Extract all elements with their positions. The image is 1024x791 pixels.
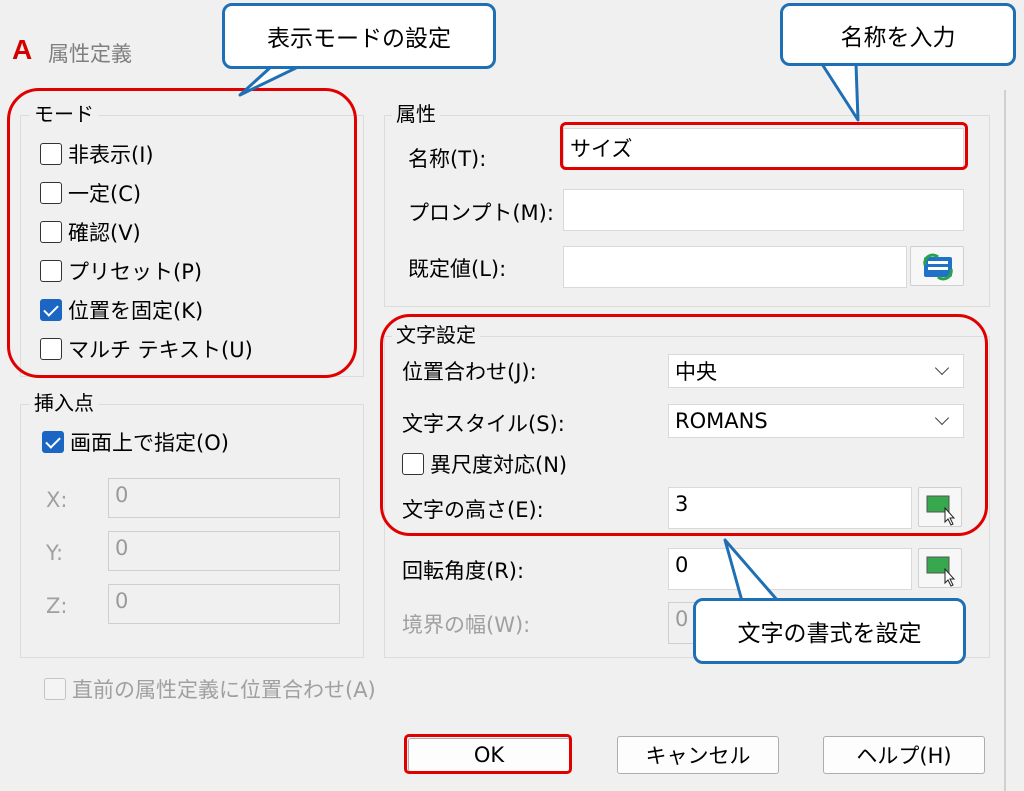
- callout-text-format: 文字の書式を設定: [693, 598, 966, 664]
- callout-pointers: [238, 62, 860, 603]
- callout-mode: 表示モードの設定: [222, 3, 496, 69]
- callout-name-pointer: [820, 62, 860, 122]
- callout-name: 名称を入力: [780, 3, 1016, 66]
- callout-format-pointer: [723, 538, 780, 603]
- callout-mode-pointer: [238, 64, 302, 97]
